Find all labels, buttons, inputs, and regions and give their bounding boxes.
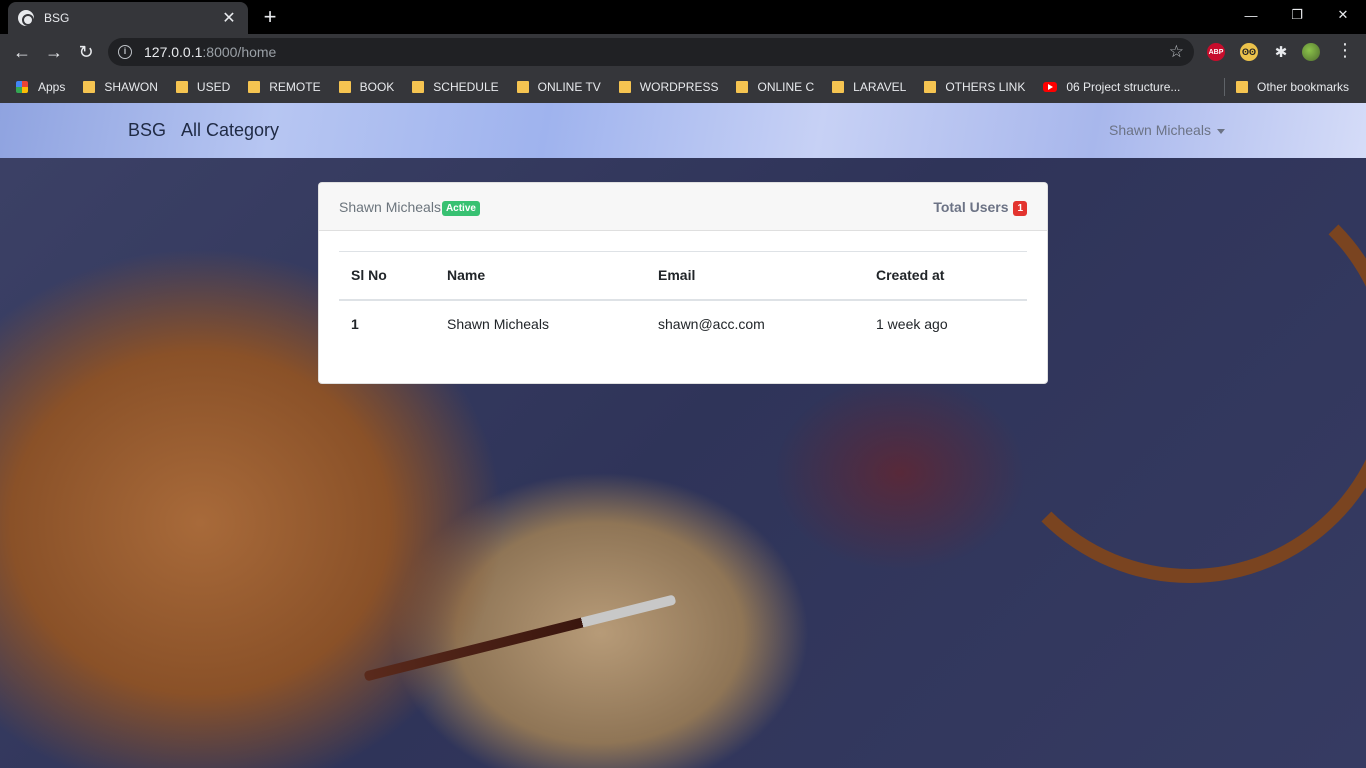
owl-extension-icon[interactable]: ʘʘ — [1240, 43, 1258, 61]
browser-toolbar: ← → ↻ i 127.0.0.1:8000/home ☆ ABP ʘʘ ✱ ⋮ — [0, 34, 1366, 70]
bookmarks-list: Apps SHAWON USED REMOTE BOOK SCHEDULE ONLINE T… — [16, 80, 1198, 94]
brand-link[interactable]: BSG — [128, 120, 166, 141]
bookmark-label: ONLINE C — [757, 79, 815, 94]
cell-created: 1 week ago — [876, 316, 948, 332]
bookmark-label: LARAVEL — [853, 79, 907, 94]
status-badge: Active — [441, 201, 480, 216]
forward-button[interactable]: → — [41, 39, 67, 65]
bookmark-item[interactable]: ONLINE TV — [516, 79, 601, 94]
table-header-row: Sl No Name Email Created at — [339, 251, 1027, 301]
current-user-name: Shawn Micheals — [339, 199, 441, 215]
reload-button[interactable]: ↻ — [73, 39, 99, 65]
bookmarks-separator — [1224, 78, 1225, 96]
bookmark-label: 06 Project structure... — [1066, 79, 1181, 94]
folder-icon — [175, 80, 188, 93]
page-background: BSG All Category Shawn Micheals Shawn Mi… — [0, 103, 1366, 768]
column-header-email: Email — [646, 251, 864, 301]
bookmark-star-icon[interactable]: ☆ — [1169, 42, 1184, 62]
folder-icon — [618, 80, 631, 93]
other-bookmarks[interactable]: Other bookmarks — [1236, 70, 1349, 103]
bookmark-item[interactable]: 06 Project structure... — [1043, 80, 1180, 94]
column-header-name: Name — [435, 251, 646, 301]
tab-title: BSG — [44, 11, 70, 25]
folder-icon — [832, 80, 845, 93]
tab-strip: BSG ✕ + — ❐ ✕ — [0, 0, 1366, 34]
folder-icon — [924, 80, 937, 93]
bookmark-item[interactable]: WORDPRESS — [618, 79, 719, 94]
new-tab-button[interactable]: + — [258, 5, 282, 29]
user-dropdown[interactable]: Shawn Micheals — [1109, 122, 1225, 138]
cell-sl: 1 — [351, 316, 359, 332]
extensions-puzzle-icon[interactable]: ✱ — [1272, 43, 1290, 61]
top-navbar: BSG All Category Shawn Micheals — [0, 103, 1366, 158]
profile-avatar[interactable] — [1302, 43, 1320, 61]
users-card: Shawn Micheals Active Total Users 1 Sl No… — [318, 182, 1048, 384]
bookmark-item[interactable]: REMOTE — [248, 79, 321, 94]
user-dropdown-label: Shawn Micheals — [1109, 122, 1211, 138]
card-header: Shawn Micheals Active Total Users 1 — [319, 183, 1047, 231]
bookmark-item[interactable]: LARAVEL — [832, 80, 906, 94]
bookmarks-bar: Apps SHAWON USED REMOTE BOOK SCHEDULE ONLINE T… — [0, 70, 1366, 103]
close-window-button[interactable]: ✕ — [1320, 0, 1366, 30]
folder-icon — [1236, 80, 1248, 93]
other-bookmarks-label: Other bookmarks — [1257, 79, 1350, 94]
url-host: 127.0.0.1 — [144, 44, 203, 60]
cell-name: Shawn Micheals — [447, 316, 549, 332]
pen-decoration — [363, 594, 677, 682]
youtube-icon — [1043, 81, 1058, 92]
folder-icon — [412, 80, 425, 93]
folder-icon — [338, 80, 351, 93]
folder-icon — [516, 80, 529, 93]
bookmark-item[interactable]: BOOK — [338, 79, 395, 94]
close-tab-icon[interactable]: ✕ — [220, 8, 238, 28]
all-category-link[interactable]: All Category — [181, 120, 279, 141]
bookmark-item[interactable]: SHAWON — [83, 80, 158, 94]
globe-icon — [18, 10, 34, 26]
bookmark-item[interactable]: Apps — [16, 80, 65, 94]
minimize-button[interactable]: — — [1228, 0, 1274, 30]
bookmark-label: USED — [196, 79, 231, 94]
folder-icon — [248, 80, 261, 93]
column-header-sl: Sl No — [339, 251, 435, 301]
browser-menu-icon[interactable]: ⋮ — [1336, 40, 1354, 61]
bookmark-label: ONLINE TV — [537, 79, 601, 94]
folder-icon — [83, 80, 96, 93]
total-users: Total Users 1 — [933, 199, 1027, 216]
bookmark-item[interactable]: ONLINE C — [736, 80, 814, 94]
bookmark-label: WORDPRESS — [639, 79, 719, 94]
apps-grid-icon — [16, 80, 28, 93]
back-button[interactable]: ← — [9, 39, 35, 65]
bookmark-label: Apps — [38, 79, 66, 94]
restore-button[interactable]: ❐ — [1274, 0, 1320, 30]
bookmark-item[interactable]: USED — [175, 79, 231, 94]
caret-down-icon — [1216, 128, 1225, 134]
adblock-extension-icon[interactable]: ABP — [1207, 43, 1225, 61]
bookmark-item[interactable]: SCHEDULE — [412, 79, 499, 94]
browser-tab[interactable]: BSG ✕ — [8, 2, 248, 34]
total-users-label: Total Users — [933, 199, 1009, 215]
table-row: 1 Shawn Micheals shawn@acc.com 1 week ag… — [339, 300, 1027, 348]
bookmark-label: OTHERS LINK — [945, 79, 1026, 94]
current-user: Shawn Micheals Active — [339, 199, 480, 216]
bookmark-label: REMOTE — [269, 79, 321, 94]
bookmark-item[interactable]: OTHERS LINK — [924, 80, 1025, 94]
cell-email: shawn@acc.com — [658, 316, 765, 332]
address-bar[interactable]: i 127.0.0.1:8000/home ☆ — [108, 38, 1194, 66]
total-users-count-badge: 1 — [1013, 201, 1027, 216]
bookmark-label: SCHEDULE — [433, 79, 499, 94]
url-path: :8000/home — [202, 44, 277, 60]
folder-icon — [736, 80, 749, 93]
column-header-created: Created at — [864, 251, 1027, 301]
bookmark-label: SHAWON — [104, 79, 158, 94]
users-table: Sl No Name Email Created at 1 Shawn Mich… — [339, 251, 1027, 348]
info-icon[interactable]: i — [118, 45, 132, 59]
url-text[interactable]: 127.0.0.1:8000/home — [144, 44, 276, 60]
bookmark-label: BOOK — [359, 79, 395, 94]
